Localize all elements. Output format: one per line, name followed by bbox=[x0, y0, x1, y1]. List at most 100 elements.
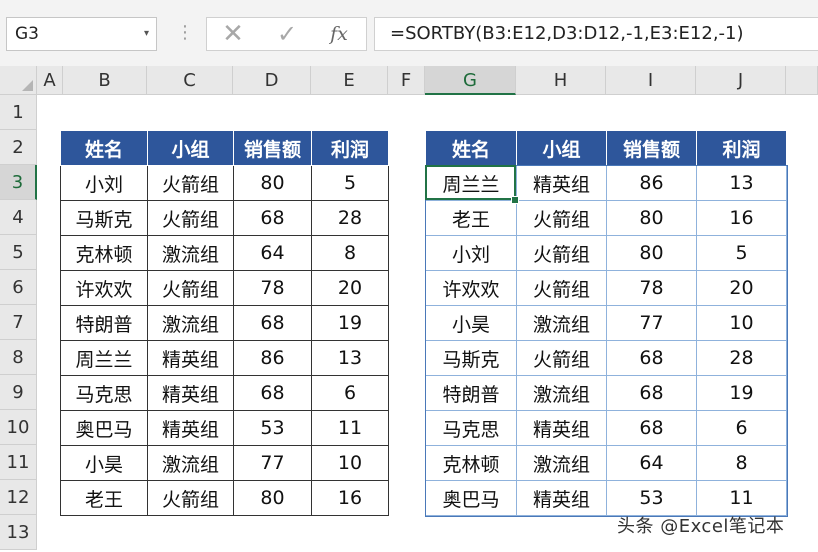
insert-function-icon[interactable]: fx bbox=[319, 18, 359, 50]
column-header-e[interactable]: E bbox=[311, 66, 388, 95]
result-table-header-cell[interactable]: 销售额 bbox=[606, 130, 697, 166]
row-header-8[interactable]: 8 bbox=[0, 340, 37, 375]
result-table-cell[interactable]: 8 bbox=[696, 445, 787, 481]
result-table-cell[interactable]: 11 bbox=[696, 480, 787, 516]
result-table-cell[interactable]: 激流组 bbox=[516, 375, 607, 411]
result-table-cell[interactable]: 6 bbox=[696, 410, 787, 446]
source-table-cell[interactable]: 68 bbox=[233, 375, 312, 411]
source-table-cell[interactable]: 火箭组 bbox=[147, 270, 234, 306]
result-table-cell[interactable]: 68 bbox=[606, 375, 697, 411]
source-table-cell[interactable]: 老王 bbox=[60, 480, 148, 516]
result-table-cell[interactable]: 奥巴马 bbox=[425, 480, 517, 516]
result-table-cell[interactable]: 20 bbox=[696, 270, 787, 306]
column-header-c[interactable]: C bbox=[147, 66, 233, 95]
result-table-cell[interactable]: 64 bbox=[606, 445, 697, 481]
source-table-cell[interactable]: 马斯克 bbox=[60, 200, 148, 236]
drag-handle-icon[interactable]: ⋮ bbox=[176, 18, 194, 48]
row-header-4[interactable]: 4 bbox=[0, 200, 37, 235]
source-table-cell[interactable]: 78 bbox=[233, 270, 312, 306]
source-table-cell[interactable]: 周兰兰 bbox=[60, 340, 148, 376]
row-header-9[interactable]: 9 bbox=[0, 375, 37, 410]
source-table-cell[interactable]: 精英组 bbox=[147, 375, 234, 411]
source-table-header-cell[interactable]: 小组 bbox=[147, 130, 234, 166]
column-header-j[interactable]: J bbox=[696, 66, 786, 95]
result-table-cell[interactable]: 激流组 bbox=[516, 445, 607, 481]
source-table-cell[interactable]: 8 bbox=[311, 235, 389, 271]
source-table-cell[interactable]: 64 bbox=[233, 235, 312, 271]
source-table-cell[interactable]: 80 bbox=[233, 480, 312, 516]
result-table-cell[interactable]: 克林顿 bbox=[425, 445, 517, 481]
source-table-cell[interactable]: 火箭组 bbox=[147, 165, 234, 201]
result-table-cell[interactable]: 小刘 bbox=[425, 235, 517, 271]
source-table-cell[interactable]: 激流组 bbox=[147, 305, 234, 341]
row-header-7[interactable]: 7 bbox=[0, 305, 37, 340]
source-table-cell[interactable]: 特朗普 bbox=[60, 305, 148, 341]
column-header-f[interactable]: F bbox=[388, 66, 425, 95]
column-header-g[interactable]: G bbox=[425, 66, 516, 95]
result-table-cell[interactable]: 小昊 bbox=[425, 305, 517, 341]
source-table-header-cell[interactable]: 销售额 bbox=[233, 130, 312, 166]
result-table-cell[interactable]: 周兰兰 bbox=[425, 165, 517, 201]
name-box[interactable]: G3 ▾ bbox=[6, 17, 157, 51]
row-header-10[interactable]: 10 bbox=[0, 410, 37, 445]
source-table-cell[interactable]: 16 bbox=[311, 480, 389, 516]
source-table-cell[interactable]: 28 bbox=[311, 200, 389, 236]
result-table-cell[interactable]: 火箭组 bbox=[516, 270, 607, 306]
result-table-cell[interactable]: 5 bbox=[696, 235, 787, 271]
row-header-13[interactable]: 13 bbox=[0, 515, 37, 550]
source-table-cell[interactable]: 68 bbox=[233, 305, 312, 341]
source-table-cell[interactable]: 77 bbox=[233, 445, 312, 481]
enter-icon[interactable]: ✓ bbox=[267, 18, 307, 50]
result-table-header-cell[interactable]: 利润 bbox=[696, 130, 787, 166]
result-table-cell[interactable]: 80 bbox=[606, 235, 697, 271]
source-table-cell[interactable]: 火箭组 bbox=[147, 200, 234, 236]
column-header-a[interactable]: A bbox=[37, 66, 63, 95]
result-table-cell[interactable]: 激流组 bbox=[516, 305, 607, 341]
source-table-cell[interactable]: 马克思 bbox=[60, 375, 148, 411]
row-header-6[interactable]: 6 bbox=[0, 270, 37, 305]
source-table-cell[interactable]: 20 bbox=[311, 270, 389, 306]
source-table-cell[interactable]: 53 bbox=[233, 410, 312, 446]
select-all-button[interactable] bbox=[0, 66, 37, 95]
row-header-5[interactable]: 5 bbox=[0, 235, 37, 270]
result-table-cell[interactable]: 精英组 bbox=[516, 480, 607, 516]
result-table-cell[interactable]: 火箭组 bbox=[516, 340, 607, 376]
source-table-cell[interactable]: 5 bbox=[311, 165, 389, 201]
source-table-cell[interactable]: 许欢欢 bbox=[60, 270, 148, 306]
source-table-cell[interactable]: 86 bbox=[233, 340, 312, 376]
row-header-11[interactable]: 11 bbox=[0, 445, 37, 480]
row-header-1[interactable]: 1 bbox=[0, 95, 37, 130]
source-table-cell[interactable]: 激流组 bbox=[147, 235, 234, 271]
source-table-cell[interactable]: 奥巴马 bbox=[60, 410, 148, 446]
chevron-down-icon[interactable]: ▾ bbox=[144, 18, 149, 50]
source-table-cell[interactable]: 克林顿 bbox=[60, 235, 148, 271]
result-table-header-cell[interactable]: 小组 bbox=[516, 130, 607, 166]
result-table-cell[interactable]: 精英组 bbox=[516, 410, 607, 446]
result-table-cell[interactable]: 78 bbox=[606, 270, 697, 306]
result-table-cell[interactable]: 火箭组 bbox=[516, 200, 607, 236]
source-table-cell[interactable]: 68 bbox=[233, 200, 312, 236]
result-table-cell[interactable]: 10 bbox=[696, 305, 787, 341]
result-table-cell[interactable]: 68 bbox=[606, 410, 697, 446]
source-table-cell[interactable]: 精英组 bbox=[147, 340, 234, 376]
source-table-cell[interactable]: 6 bbox=[311, 375, 389, 411]
fill-handle[interactable] bbox=[511, 196, 519, 204]
result-table-cell[interactable]: 马克思 bbox=[425, 410, 517, 446]
result-table-cell[interactable]: 19 bbox=[696, 375, 787, 411]
source-table-cell[interactable]: 13 bbox=[311, 340, 389, 376]
result-table-cell[interactable]: 53 bbox=[606, 480, 697, 516]
source-table-cell[interactable]: 小昊 bbox=[60, 445, 148, 481]
column-header-d[interactable]: D bbox=[233, 66, 311, 95]
result-table-cell[interactable]: 特朗普 bbox=[425, 375, 517, 411]
source-table-cell[interactable]: 10 bbox=[311, 445, 389, 481]
result-table-cell[interactable]: 86 bbox=[606, 165, 697, 201]
result-table-header-cell[interactable]: 姓名 bbox=[425, 130, 517, 166]
formula-input[interactable]: =SORTBY(B3:E12,D3:D12,-1,E3:E12,-1) bbox=[374, 17, 818, 51]
result-table-cell[interactable]: 马斯克 bbox=[425, 340, 517, 376]
cancel-icon[interactable]: ✕ bbox=[213, 18, 253, 50]
result-table-cell[interactable]: 13 bbox=[696, 165, 787, 201]
source-table-cell[interactable]: 小刘 bbox=[60, 165, 148, 201]
result-table-cell[interactable]: 28 bbox=[696, 340, 787, 376]
result-table-cell[interactable]: 80 bbox=[606, 200, 697, 236]
result-table-cell[interactable]: 火箭组 bbox=[516, 235, 607, 271]
